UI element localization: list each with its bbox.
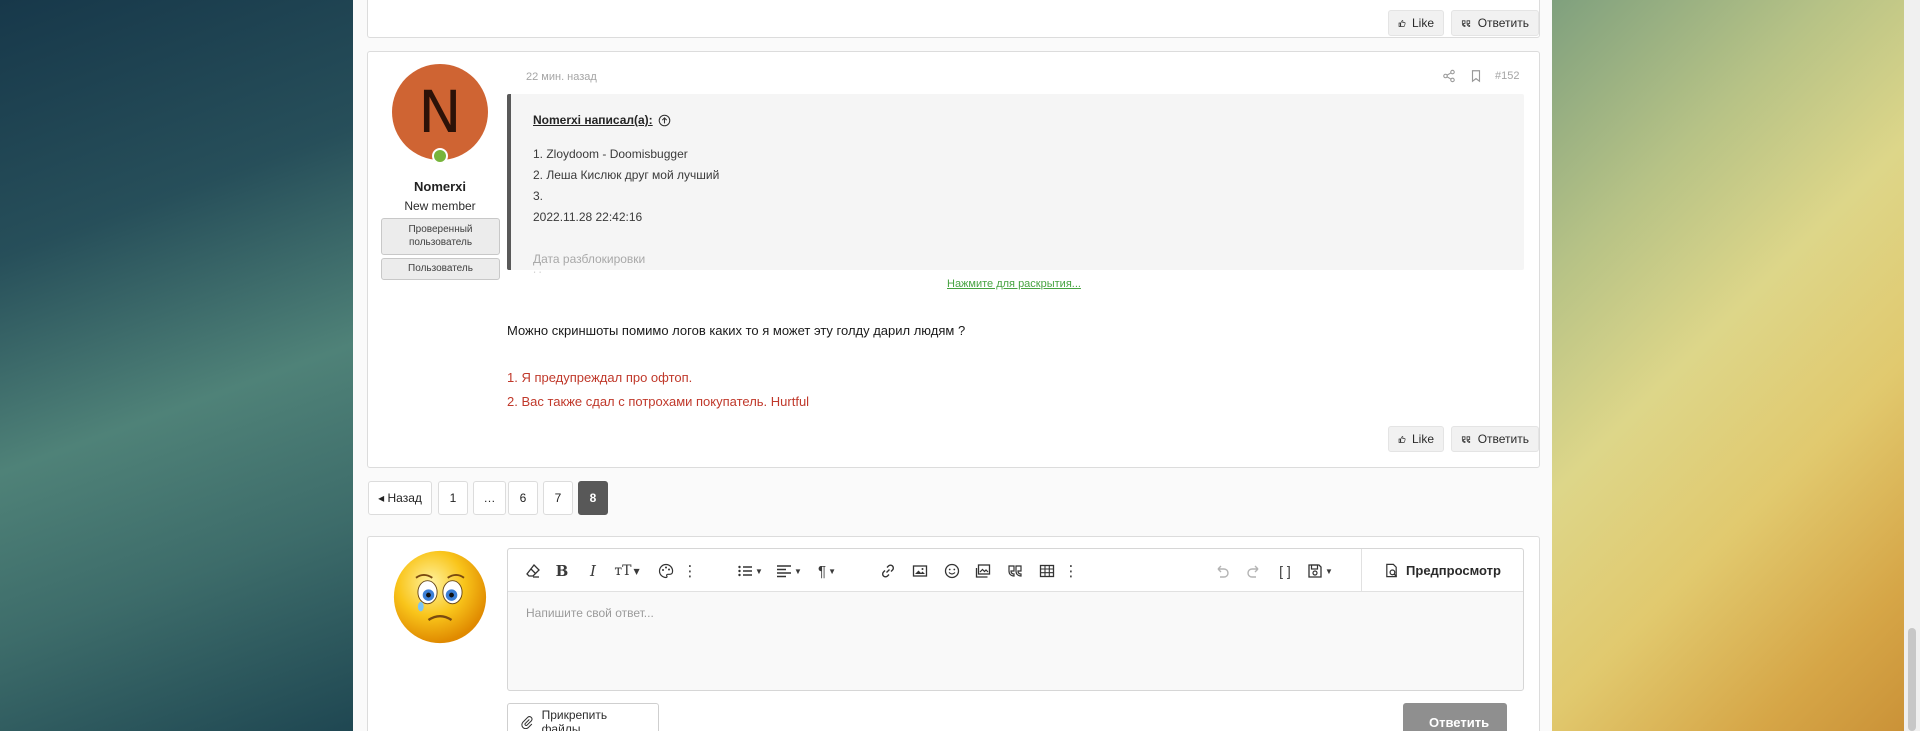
previous-post-card: Like Ответить [367, 0, 1540, 38]
font-size-icon[interactable]: тT ▼ [612, 561, 642, 581]
bold-icon[interactable]: B [554, 561, 570, 581]
quote-line: 2. Леша Кислюк друг мой лучший [533, 168, 720, 182]
quote-line: 3. [533, 189, 544, 203]
paragraph-icon[interactable]: ¶ ▼ [813, 561, 841, 581]
arrow-up-circle-icon[interactable] [658, 114, 671, 127]
background-left [0, 0, 353, 731]
like-button[interactable]: Like [1388, 426, 1444, 452]
pager-page-6[interactable]: 6 [508, 481, 538, 515]
expand-quote-link[interactable]: Нажмите для раскрытия... [947, 278, 1081, 290]
user-title: New member [404, 199, 476, 213]
reply-quote-button[interactable]: Ответить [1451, 10, 1539, 36]
pager-prev-button[interactable]: ◂ Назад [368, 481, 432, 515]
attach-files-button[interactable]: Прикрепить файлы [507, 703, 659, 731]
quote-icon [1461, 19, 1471, 27]
bbcode-toggle-icon[interactable]: [ ] [1276, 561, 1294, 581]
quote-icon [1461, 435, 1471, 443]
thumbs-up-icon [1398, 435, 1406, 443]
image-icon[interactable] [911, 561, 929, 581]
like-label: Like [1411, 432, 1434, 446]
reply-card: B I тT ▼ ⋮ ▼ ▼ ¶ ▼ ⋮ [] ▼ Предпросмотр … [367, 536, 1540, 731]
user-banner-verified: Проверенный пользователь [381, 218, 500, 255]
pager-page-7[interactable]: 7 [543, 481, 573, 515]
like-label: Like [1411, 16, 1434, 30]
more-vertical-icon[interactable]: ⋮ [683, 561, 698, 581]
avatar[interactable]: N [392, 64, 488, 160]
drafts-icon[interactable]: ▼ [1305, 561, 1335, 581]
scrollbar-thumb[interactable] [1908, 628, 1916, 731]
mod-note: 1. Я предупреждал про офтоп. [507, 370, 693, 385]
eraser-icon[interactable] [524, 561, 542, 581]
quote-author[interactable]: Nomerxi написал(а): [533, 113, 671, 127]
reply-quote-button[interactable]: Ответить [1451, 426, 1539, 452]
quote-block: Nomerxi написал(а): 1. Zloydoom - Doomis… [507, 94, 1524, 290]
italic-icon[interactable]: I [585, 561, 601, 581]
pager-page-1[interactable]: 1 [438, 481, 468, 515]
username[interactable]: Nomerxi [380, 179, 500, 194]
forum-page: Like Ответить N Nomerxi New member Прове… [353, 0, 1552, 731]
preview-button[interactable]: Предпросмотр [1361, 549, 1523, 591]
undo-icon[interactable] [1213, 561, 1231, 581]
share-icon[interactable] [1442, 69, 1456, 83]
quote-line-faded: Никогда [533, 269, 578, 273]
list-icon[interactable]: ▼ [735, 561, 765, 581]
more-vertical-icon[interactable]: ⋮ [1064, 561, 1079, 581]
user-banner-user: Пользователь [381, 258, 500, 280]
post-body: Можно скриншоты помимо логов каких то я … [507, 323, 966, 338]
align-icon[interactable]: ▼ [774, 561, 804, 581]
quote-icon[interactable] [1006, 561, 1024, 581]
post-card: N Nomerxi New member Проверенный пользов… [367, 51, 1540, 468]
reply-label: Ответить [1477, 16, 1529, 30]
pager-page-8-current[interactable]: 8 [578, 481, 608, 515]
media-gallery-icon[interactable] [974, 561, 992, 581]
table-icon[interactable] [1038, 561, 1056, 581]
paperclip-icon [521, 716, 533, 729]
reply-label: Ответить [1477, 432, 1529, 446]
online-status-icon [432, 148, 448, 164]
like-button[interactable]: Like [1388, 10, 1444, 36]
quote-line: 2022.11.28 22:42:16 [533, 210, 643, 224]
background-right [1552, 0, 1920, 731]
post-time[interactable]: 22 мин. назад [526, 71, 597, 83]
page-scrollbar[interactable] [1904, 0, 1920, 731]
submit-reply-button[interactable]: Ответить [1403, 703, 1507, 731]
bookmark-icon[interactable] [1469, 69, 1483, 83]
quote-line-faded: Дата разблокировки [533, 252, 646, 266]
reply-input[interactable]: Напишите свой ответ... [526, 606, 654, 620]
thumbs-up-icon [1398, 19, 1406, 27]
preview-icon [1386, 563, 1398, 577]
quote-line: 1. Zloydoom - Doomisbugger [533, 147, 688, 161]
pager-ellipsis[interactable]: … [473, 481, 506, 515]
emoji-icon[interactable] [943, 561, 961, 581]
editor-toolbar: B I тT ▼ ⋮ ▼ ▼ ¶ ▼ ⋮ [] ▼ Предпросмотр [508, 549, 1523, 592]
link-icon[interactable] [879, 561, 897, 581]
reply-editor: B I тT ▼ ⋮ ▼ ▼ ¶ ▼ ⋮ [] ▼ Предпросмотр … [507, 548, 1524, 691]
redo-icon[interactable] [1245, 561, 1263, 581]
user-avatar-sad-emoji [393, 550, 487, 644]
palette-icon[interactable] [657, 561, 675, 581]
post-number[interactable]: #152 [1495, 70, 1519, 82]
mod-note: 2. Вас также сдал с потрохами покупатель… [507, 394, 810, 409]
